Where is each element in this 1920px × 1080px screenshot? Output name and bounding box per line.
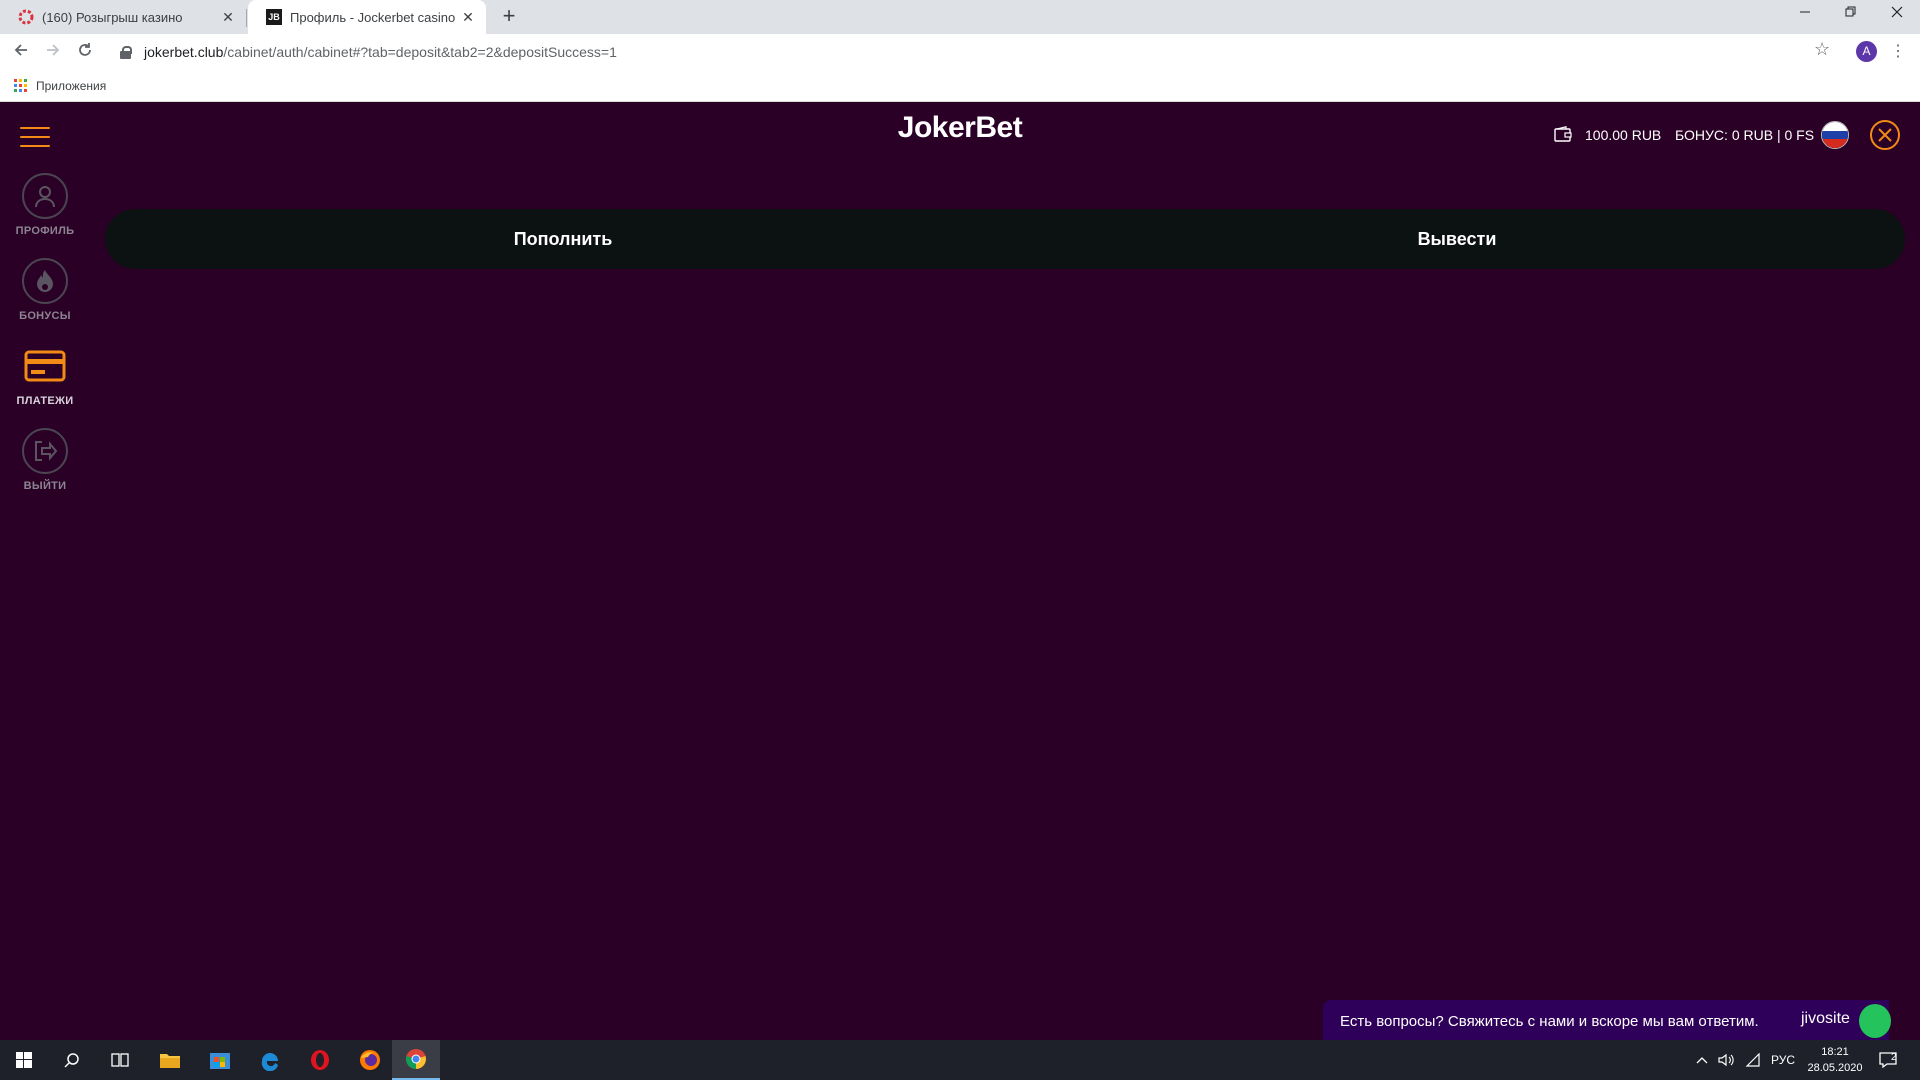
tab-close-icon[interactable]: ✕ — [460, 9, 476, 25]
browser-menu-icon[interactable]: ⋮ — [1890, 41, 1906, 61]
restore-icon[interactable] — [1828, 0, 1874, 30]
casino-favicon-icon — [18, 9, 34, 25]
url-host: jokerbet.club — [144, 44, 224, 60]
jokerbet-favicon-icon: JB — [266, 9, 282, 25]
clock-time: 18:21 — [1821, 1046, 1849, 1058]
chat-brand: jivosite — [1801, 1010, 1850, 1027]
system-clock[interactable]: 18:21 28.05.2020 — [1800, 1044, 1870, 1076]
balance-amount[interactable]: 100.00 RUB — [1585, 127, 1661, 143]
url-path: /cabinet/auth/cabinet#?tab=deposit&tab2=… — [223, 44, 617, 60]
close-window-icon[interactable] — [1874, 0, 1920, 30]
tab-withdraw[interactable]: Вывести — [1307, 209, 1607, 269]
side-nav-bonuses[interactable]: БОНУСЫ — [0, 258, 90, 322]
volume-icon[interactable] — [1718, 1040, 1734, 1080]
flame-icon — [22, 258, 68, 304]
side-nav-payments[interactable]: ПЛАТЕЖИ — [0, 343, 90, 407]
close-cabinet-button[interactable] — [1870, 120, 1900, 150]
wallet-icon — [1554, 126, 1572, 142]
site-page: JokerBet 100.00 RUB БОНУС: 0 RUB | 0 FS … — [0, 103, 1920, 1042]
address-bar[interactable]: jokerbet.club/cabinet/auth/cabinet#?tab=… — [110, 37, 1830, 67]
side-nav-label: ПЛАТЕЖИ — [16, 395, 74, 407]
side-nav-profile[interactable]: ПРОФИЛЬ — [0, 173, 90, 237]
clock-date: 28.05.2020 — [1807, 1062, 1863, 1074]
hamburger-menu-icon[interactable] — [20, 127, 50, 149]
side-nav-label: ВЫЙТИ — [23, 480, 67, 492]
side-nav-label: БОНУСЫ — [19, 310, 71, 322]
notifications-count: 2 — [1891, 1052, 1897, 1063]
firefox-icon[interactable] — [346, 1040, 394, 1080]
notifications-icon[interactable]: 2 — [1878, 1040, 1898, 1080]
apps-grid-icon[interactable] — [14, 78, 28, 93]
apps-bookmark-label[interactable]: Приложения — [36, 79, 106, 93]
reload-icon[interactable] — [74, 41, 96, 63]
logout-icon — [22, 428, 68, 474]
task-view-icon[interactable] — [96, 1040, 144, 1080]
browser-tab-strip: (160) Розыгрыш казино ✕ JB Профиль - Joc… — [0, 0, 1920, 34]
tab-separator — [246, 9, 247, 27]
side-nav-logout[interactable]: ВЫЙТИ — [0, 428, 90, 492]
chat-prompt: Есть вопросы? Свяжитесь с нами и вскоре … — [1340, 1012, 1759, 1030]
back-icon[interactable] — [10, 41, 32, 63]
chrome-icon[interactable] — [392, 1040, 440, 1080]
wifi-icon[interactable] — [1745, 1040, 1761, 1080]
bookmark-star-icon[interactable]: ☆ — [1814, 39, 1830, 60]
russian-flag-icon[interactable] — [1821, 121, 1849, 149]
card-icon — [22, 343, 68, 389]
browser-toolbar: jokerbet.club/cabinet/auth/cabinet#?tab=… — [0, 34, 1920, 70]
profile-avatar[interactable]: A — [1856, 41, 1877, 62]
tab-deposit[interactable]: Пополнить — [413, 209, 713, 269]
payment-tabs: Пополнить Вывести — [105, 209, 1905, 269]
chat-widget[interactable]: Есть вопросы? Свяжитесь с нами и вскоре … — [1323, 1000, 1891, 1042]
forward-icon[interactable] — [42, 41, 64, 63]
user-icon — [22, 173, 68, 219]
windows-start-icon[interactable] — [0, 1040, 48, 1080]
side-nav-label: ПРОФИЛЬ — [15, 225, 75, 237]
new-tab-button[interactable]: + — [498, 5, 520, 28]
browser-tab[interactable]: (160) Розыгрыш казино ✕ — [0, 0, 246, 34]
site-logo[interactable]: JokerBet — [860, 111, 1060, 145]
opera-icon[interactable] — [296, 1040, 344, 1080]
file-explorer-icon[interactable] — [146, 1040, 194, 1080]
input-language[interactable]: РУС — [1771, 1040, 1795, 1080]
search-icon[interactable] — [48, 1040, 96, 1080]
bookmarks-bar: Приложения — [0, 70, 1920, 102]
edge-icon[interactable] — [246, 1040, 294, 1080]
chat-status-icon — [1859, 1004, 1891, 1038]
windows-taskbar: РУС 18:21 28.05.2020 2 — [0, 1040, 1920, 1080]
tab-close-icon[interactable]: ✕ — [220, 9, 236, 25]
store-icon[interactable] — [196, 1040, 244, 1080]
tab-title: (160) Розыгрыш казино — [42, 9, 183, 25]
favicon-text: JB — [266, 9, 282, 25]
browser-tab-active[interactable]: JB Профиль - Jockerbet casino ✕ — [248, 0, 486, 34]
lock-icon — [120, 46, 132, 59]
tray-chevron-icon[interactable] — [1696, 1040, 1708, 1080]
minimize-icon[interactable] — [1782, 0, 1828, 30]
tab-title: Профиль - Jockerbet casino — [290, 9, 456, 25]
bonus-balance[interactable]: БОНУС: 0 RUB | 0 FS — [1675, 127, 1814, 143]
